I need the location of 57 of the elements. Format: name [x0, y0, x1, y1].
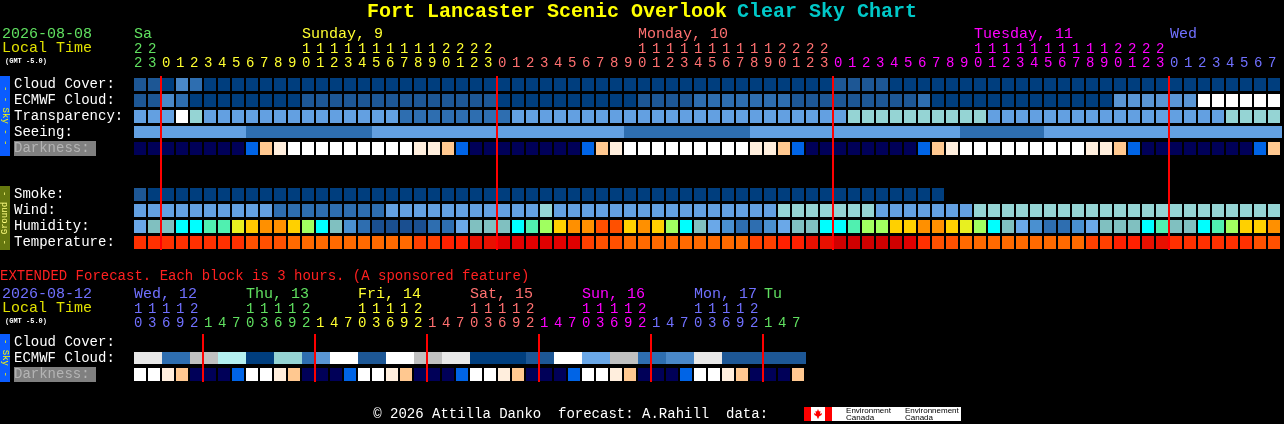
- site-title: Fort Lancaster Scenic Overlook: [366, 1, 727, 23]
- hour-digits: 14703692: [428, 316, 540, 330]
- hour-digits: 14703692: [652, 316, 764, 330]
- logo-text: Canada: [905, 414, 934, 421]
- local-time-label: Local Time: [1, 302, 92, 316]
- hour-tens-digits: 11112: [694, 302, 764, 316]
- hour-digits: 14703692: [204, 316, 316, 330]
- row-label: Transparency:: [14, 108, 124, 124]
- hour-tens-digits: 11112: [470, 302, 540, 316]
- day-label: Monday, 10: [638, 28, 728, 42]
- row-label: Seeing:: [14, 124, 73, 140]
- hour-tens-digits: 11112: [246, 302, 316, 316]
- day-label: Fri, 14: [358, 288, 421, 302]
- row-label: Cloud Cover:: [14, 76, 115, 92]
- hour-digits: 012345678901234567890123: [162, 56, 499, 70]
- logo-text: Canada: [846, 414, 876, 421]
- hour-tens-digits: 22: [134, 42, 162, 56]
- day-label: Tu: [764, 288, 782, 302]
- hour-digits: 03692: [134, 316, 204, 330]
- hour-digits: 14703692: [316, 316, 428, 330]
- day-label: Sun, 16: [582, 288, 645, 302]
- hour-tens-digits: 11112: [582, 302, 652, 316]
- logo-text: Environnement: [905, 407, 959, 414]
- day-label: Wed: [1170, 28, 1197, 42]
- day-label: Mon, 17: [694, 288, 757, 302]
- local-time-label: Local Time: [1, 42, 92, 56]
- row-label: Wind:: [14, 202, 56, 218]
- hour-tens-digits: 11111111112222: [638, 42, 835, 56]
- hour-digits: 012345678901234567890123: [834, 56, 1171, 70]
- footer-credits: © 2026 Attilla Danko forecast: A.Rahill data:: [373, 406, 769, 422]
- hour-tens-digits: 11111111112222: [302, 42, 499, 56]
- row-label: ECMWF Cloud:: [14, 350, 115, 366]
- day-label: Tuesday, 11: [974, 28, 1074, 42]
- day-label: Wed, 12: [134, 288, 197, 302]
- hour-tens-digits: 11112: [134, 302, 204, 316]
- chart-title: Clear Sky Chart: [737, 1, 918, 23]
- date-label: 2026-08-12: [1, 288, 92, 302]
- row-label: ECMWF Cloud:: [14, 92, 115, 108]
- logo-text: Environment: [846, 407, 891, 414]
- extended-forecast-notice: EXTENDED Forecast. Each block is 3 hours. (A sponsored feature): [0, 268, 530, 284]
- row-label: Smoke:: [14, 186, 65, 202]
- row-label: Humidity:: [14, 218, 90, 234]
- hour-digits: 14703692: [540, 316, 652, 330]
- hour-tens-digits: 11111111112222: [974, 42, 1171, 56]
- date-label: 2026-08-08: [1, 28, 92, 42]
- row-label: Temperature:: [14, 234, 115, 250]
- hour-tens-digits: 11112: [358, 302, 428, 316]
- hour-digits: 01234567: [1170, 56, 1282, 70]
- day-label: Thu, 13: [246, 288, 309, 302]
- day-label: Sa: [134, 28, 152, 42]
- day-label: Sunday, 9: [302, 28, 383, 42]
- day-label: Sat, 15: [470, 288, 533, 302]
- hour-digits: 147: [764, 316, 806, 330]
- row-label: Cloud Cover:: [14, 334, 115, 350]
- hour-digits: 012345678901234567890123: [498, 56, 835, 70]
- hour-digits: 23: [134, 56, 162, 70]
- flag-icon: [804, 407, 833, 421]
